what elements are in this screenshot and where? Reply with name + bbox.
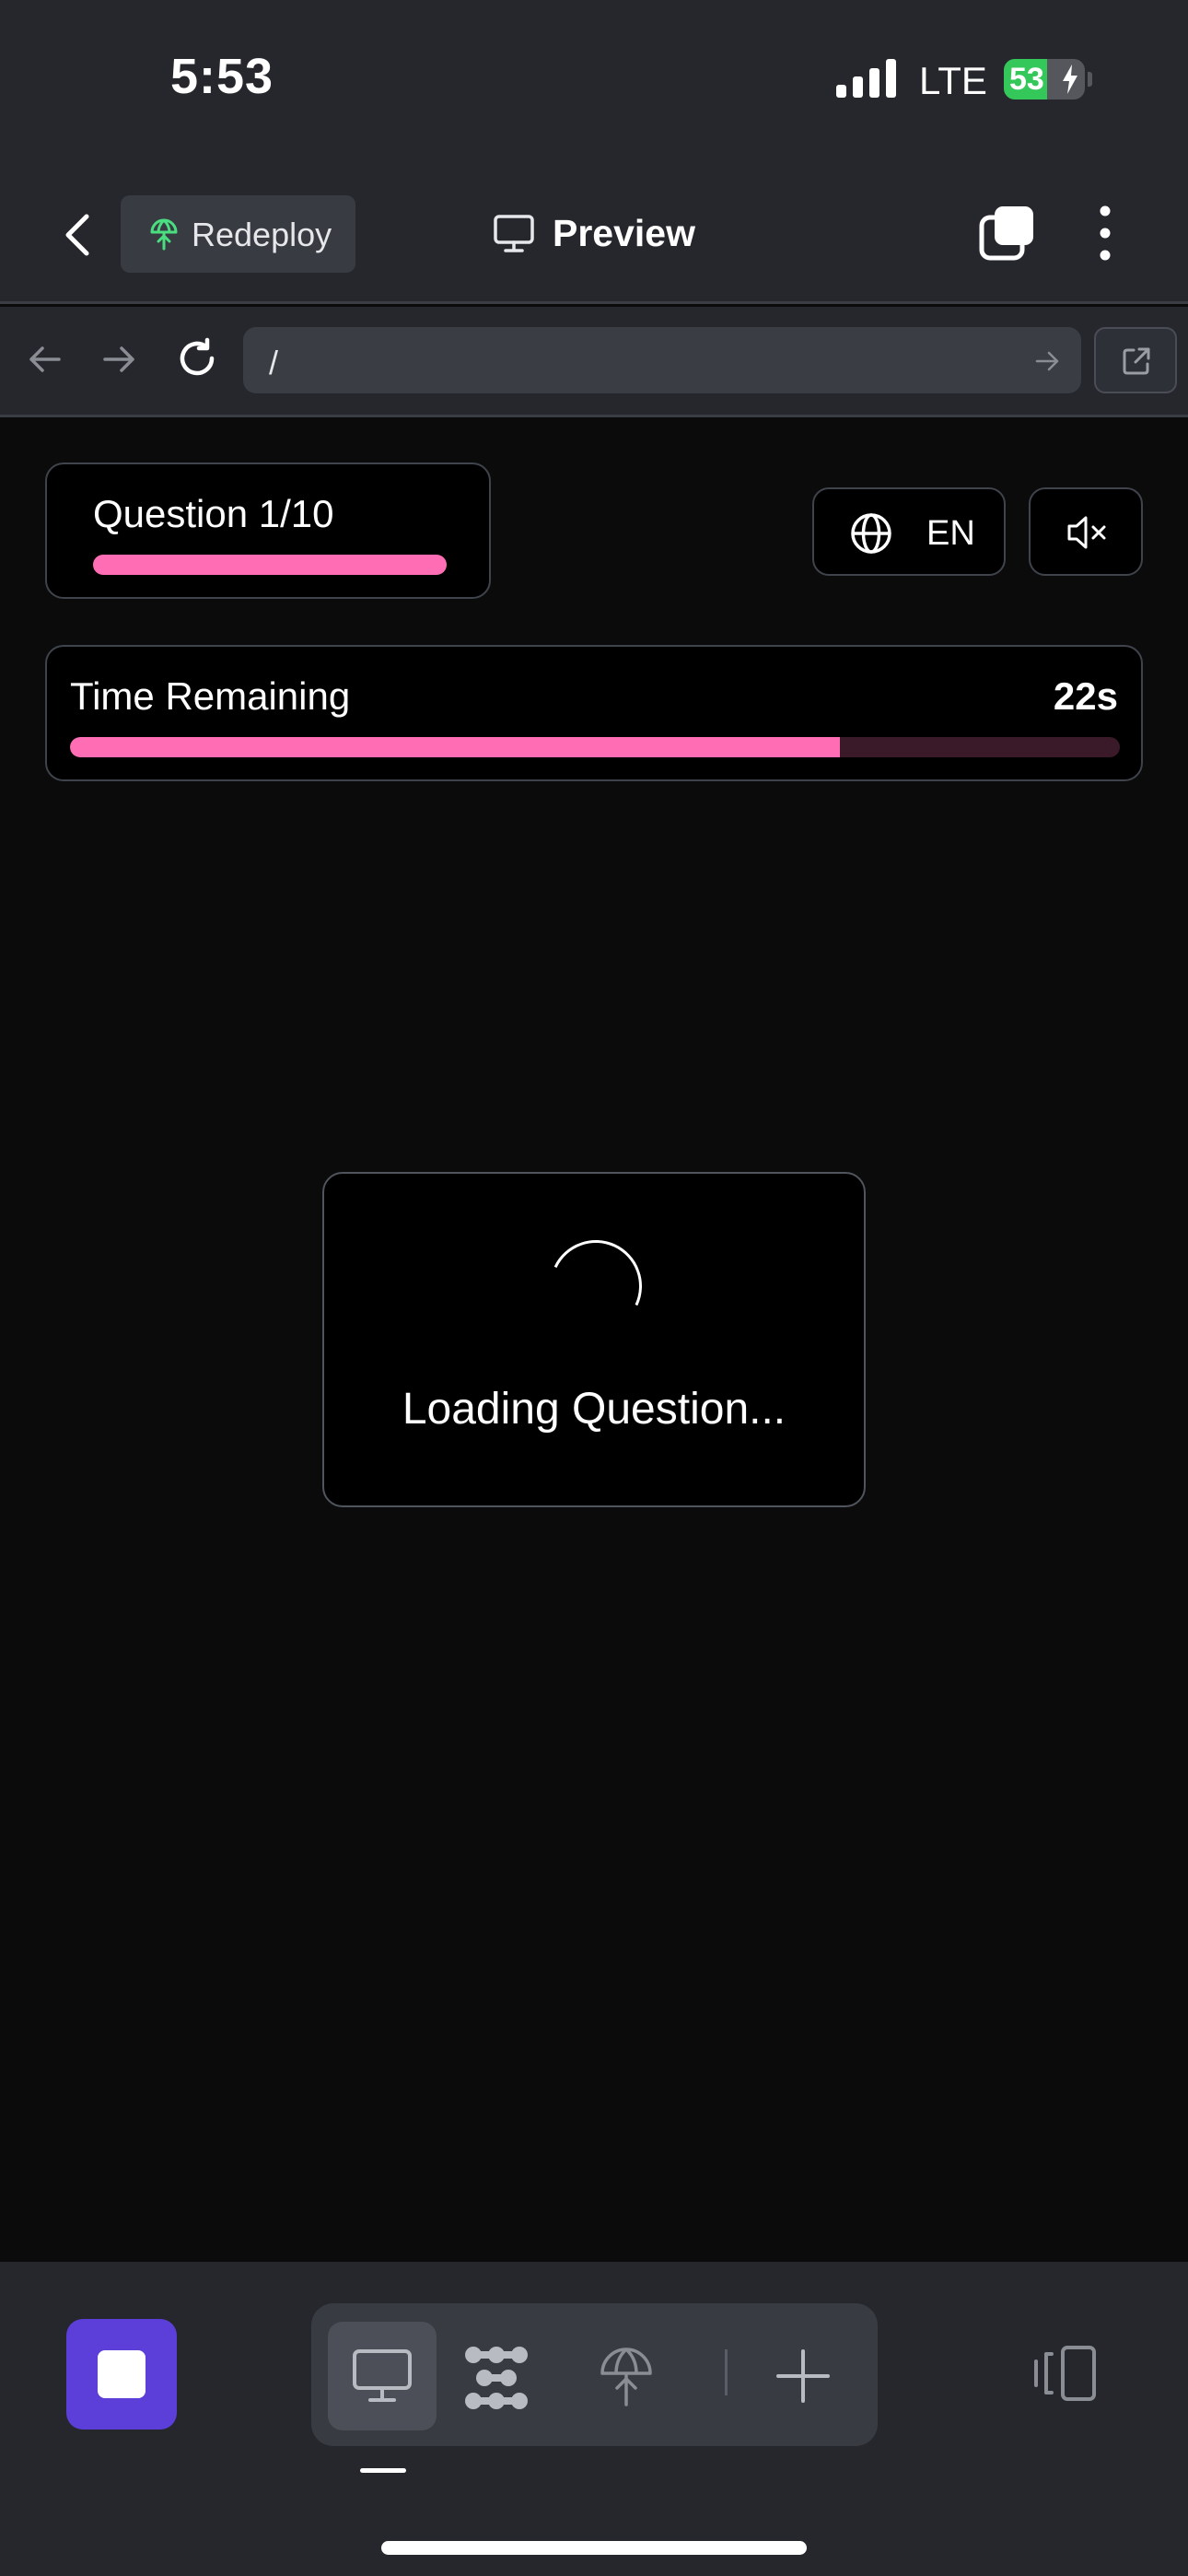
globe-icon bbox=[851, 513, 891, 554]
tab-deploy[interactable] bbox=[572, 2322, 681, 2430]
battery-percent: 53 bbox=[1009, 62, 1044, 97]
loading-card: Loading Question... bbox=[322, 1172, 866, 1507]
timer-card: Time Remaining 22s bbox=[45, 645, 1143, 781]
timer-label: Time Remaining bbox=[70, 674, 351, 718]
reload-icon bbox=[180, 337, 215, 376]
tab-add[interactable] bbox=[749, 2322, 857, 2430]
timer-progress-track bbox=[70, 737, 1120, 757]
toolbar-divider bbox=[725, 2349, 728, 2395]
status-bar: 5:53 LTE 53 bbox=[0, 0, 1188, 166]
deploy-icon bbox=[150, 218, 178, 251]
chevron-left-icon bbox=[65, 214, 89, 256]
network-type: LTE bbox=[919, 59, 987, 102]
loading-spinner-icon bbox=[536, 1226, 656, 1346]
home-indicator[interactable] bbox=[381, 2541, 807, 2555]
battery-icon: 53 bbox=[1004, 59, 1085, 100]
devices-button[interactable] bbox=[1031, 2343, 1100, 2408]
app-header: Redeploy Preview bbox=[0, 166, 1188, 304]
question-progress-card: Question 1/10 bbox=[45, 463, 491, 599]
tab-workflow[interactable] bbox=[440, 2322, 549, 2430]
charging-bolt-icon bbox=[1063, 64, 1077, 94]
external-link-icon bbox=[1123, 347, 1150, 375]
arrow-right-icon bbox=[103, 346, 134, 372]
devices-icon bbox=[1034, 2346, 1096, 2401]
view-switcher bbox=[311, 2303, 878, 2446]
bottom-toolbar bbox=[0, 2262, 1188, 2576]
question-counter: Question 1/10 bbox=[93, 492, 334, 535]
tabs-button[interactable] bbox=[976, 203, 1037, 268]
nodes-icon bbox=[465, 2347, 528, 2409]
url-text: / bbox=[269, 344, 279, 381]
browser-toolbar: / bbox=[0, 307, 1188, 417]
more-vertical-icon bbox=[1100, 205, 1111, 261]
language-label: EN bbox=[926, 514, 975, 553]
deploy-icon bbox=[600, 2348, 652, 2406]
more-button[interactable] bbox=[1091, 203, 1119, 268]
monitor-icon bbox=[494, 215, 534, 252]
back-button[interactable] bbox=[55, 207, 101, 263]
question-progress-bar bbox=[93, 555, 447, 575]
volume-mute-icon bbox=[1067, 516, 1106, 549]
arrow-left-icon bbox=[29, 346, 61, 372]
mute-button[interactable] bbox=[1029, 487, 1143, 576]
open-external-button[interactable] bbox=[1094, 327, 1177, 393]
browser-reload-button[interactable] bbox=[175, 336, 219, 385]
plus-icon bbox=[776, 2349, 830, 2403]
active-tab-indicator bbox=[360, 2468, 406, 2473]
status-time: 5:53 bbox=[170, 49, 274, 104]
tabs-icon bbox=[979, 206, 1033, 261]
battery-cap bbox=[1088, 72, 1092, 87]
loading-text: Loading Question... bbox=[402, 1385, 786, 1434]
browser-back-button[interactable] bbox=[26, 340, 64, 383]
go-arrow-icon[interactable] bbox=[1033, 347, 1061, 375]
redeploy-label: Redeploy bbox=[192, 216, 332, 253]
tab-preview[interactable] bbox=[328, 2322, 437, 2430]
timer-value: 22s bbox=[1053, 674, 1118, 718]
monitor-icon bbox=[353, 2349, 412, 2402]
page-title-label: Preview bbox=[553, 212, 695, 254]
url-input[interactable]: / bbox=[243, 327, 1081, 393]
stop-button[interactable] bbox=[66, 2319, 177, 2430]
stop-icon bbox=[98, 2350, 146, 2398]
timer-progress-fill bbox=[70, 737, 840, 757]
language-button[interactable]: EN bbox=[812, 487, 1006, 576]
signal-icon bbox=[836, 59, 896, 98]
redeploy-button[interactable]: Redeploy bbox=[121, 195, 355, 273]
browser-forward-button[interactable] bbox=[99, 340, 138, 383]
